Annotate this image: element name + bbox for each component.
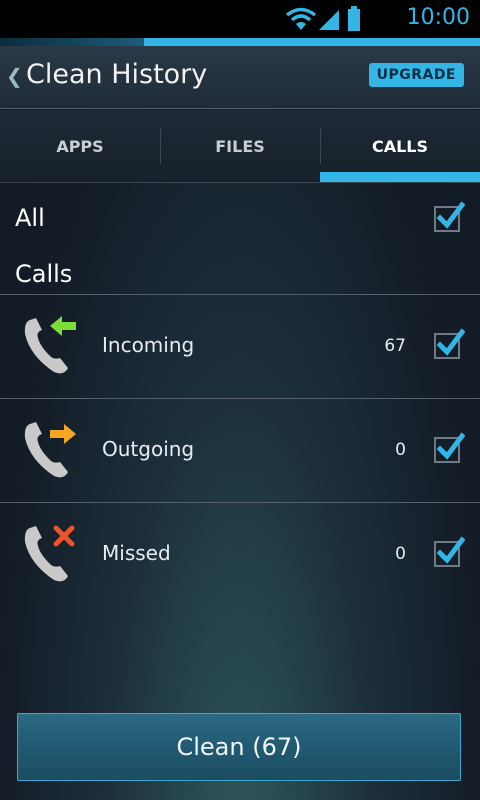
item-count: 0 [395,440,406,460]
outgoing-checkbox[interactable] [434,432,465,463]
status-time: 10:00 [406,5,470,30]
missed-call-icon [20,520,80,584]
incoming-checkbox[interactable] [434,328,465,359]
upgrade-button[interactable]: UPGRADE [368,63,464,87]
divider [0,398,480,399]
checkmark-icon [437,201,465,229]
item-count: 0 [395,544,406,564]
divider [0,182,480,183]
divider [0,294,480,295]
tab-files[interactable]: FILES [160,110,320,182]
section-title-calls: Calls [15,260,73,288]
item-label: Missed [102,541,171,565]
checkmark-icon [437,432,465,460]
item-count: 67 [384,336,406,356]
incoming-call-icon [20,312,80,376]
back-icon[interactable]: ❮ [6,64,23,88]
clean-button[interactable]: Clean (67) [17,713,461,781]
divider [0,502,480,503]
checkmark-icon [437,536,465,564]
signal-icon [319,10,339,30]
status-bar: 10:00 [0,0,480,38]
all-checkbox[interactable] [434,201,465,232]
tab-apps[interactable]: APPS [0,110,160,182]
item-label: Incoming [102,333,195,357]
missed-checkbox[interactable] [434,536,465,567]
action-bar: ❮ Clean History UPGRADE [0,46,480,108]
outgoing-call-icon [20,416,80,480]
header-accent-strip [0,38,480,46]
divider [0,108,480,109]
page-title[interactable]: Clean History [26,59,207,90]
checkmark-icon [437,328,465,356]
status-icons [285,6,385,36]
all-label: All [15,204,45,232]
battery-icon [348,6,360,31]
wifi-icon [285,7,317,30]
item-label: Outgoing [102,437,195,461]
tab-selected-indicator [320,172,480,182]
